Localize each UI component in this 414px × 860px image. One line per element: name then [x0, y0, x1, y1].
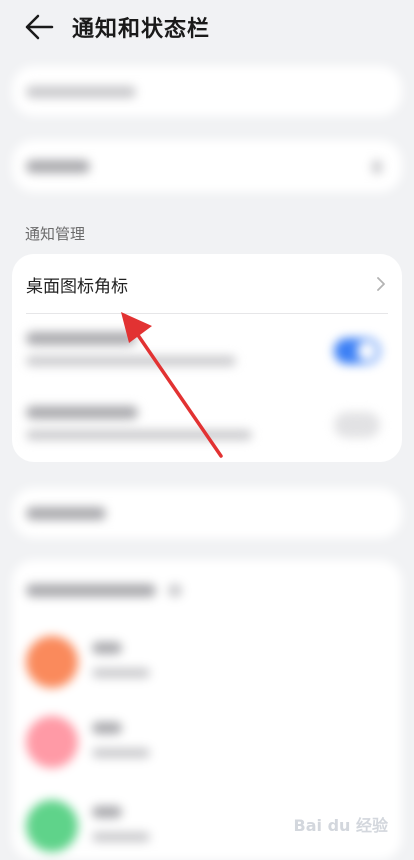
app-icon — [26, 636, 78, 688]
notification-management-card: 桌面图标角标 — [12, 254, 402, 462]
app-row-1[interactable] — [12, 628, 402, 698]
page-title: 通知和状态栏 — [72, 17, 211, 42]
blurred-rows — [12, 314, 402, 462]
blurred-toggle-row-1[interactable] — [12, 314, 402, 386]
blurred-text — [92, 722, 122, 734]
section-label-notification-management: 通知管理 — [25, 225, 86, 243]
blurred-settings-card-2[interactable] — [12, 140, 402, 192]
blurred-text — [92, 668, 150, 678]
toggle-switch-on[interactable] — [334, 338, 380, 364]
blurred-text — [26, 86, 136, 98]
blurred-text — [168, 584, 182, 597]
app-row-2[interactable] — [12, 710, 402, 780]
toggle-switch-off[interactable] — [334, 412, 380, 438]
blurred-text — [26, 584, 156, 597]
blurred-chevron — [372, 160, 382, 174]
blurred-text — [26, 430, 252, 440]
desktop-badge-row[interactable]: 桌面图标角标 — [12, 254, 402, 313]
blurred-settings-card-1[interactable] — [12, 66, 402, 116]
blurred-text — [92, 806, 122, 818]
app-icon — [26, 800, 78, 852]
app-header: 通知和状态栏 — [0, 0, 414, 56]
blurred-text — [26, 507, 106, 520]
blurred-text — [92, 748, 150, 758]
blurred-text — [26, 160, 90, 173]
blurred-toggle-row-2[interactable] — [12, 390, 402, 462]
back-arrow-icon[interactable] — [24, 13, 54, 41]
app-icon — [26, 716, 78, 768]
blurred-settings-card-3[interactable] — [12, 488, 402, 538]
baidu-watermark-logo: Bai du 经验 — [293, 816, 388, 835]
blurred-text — [26, 356, 236, 366]
blurred-text — [92, 832, 150, 842]
blurred-text — [26, 406, 138, 419]
desktop-badge-label: 桌面图标角标 — [26, 277, 128, 297]
blurred-text — [26, 332, 136, 345]
chevron-right-icon — [377, 277, 385, 291]
blurred-text — [92, 642, 122, 654]
